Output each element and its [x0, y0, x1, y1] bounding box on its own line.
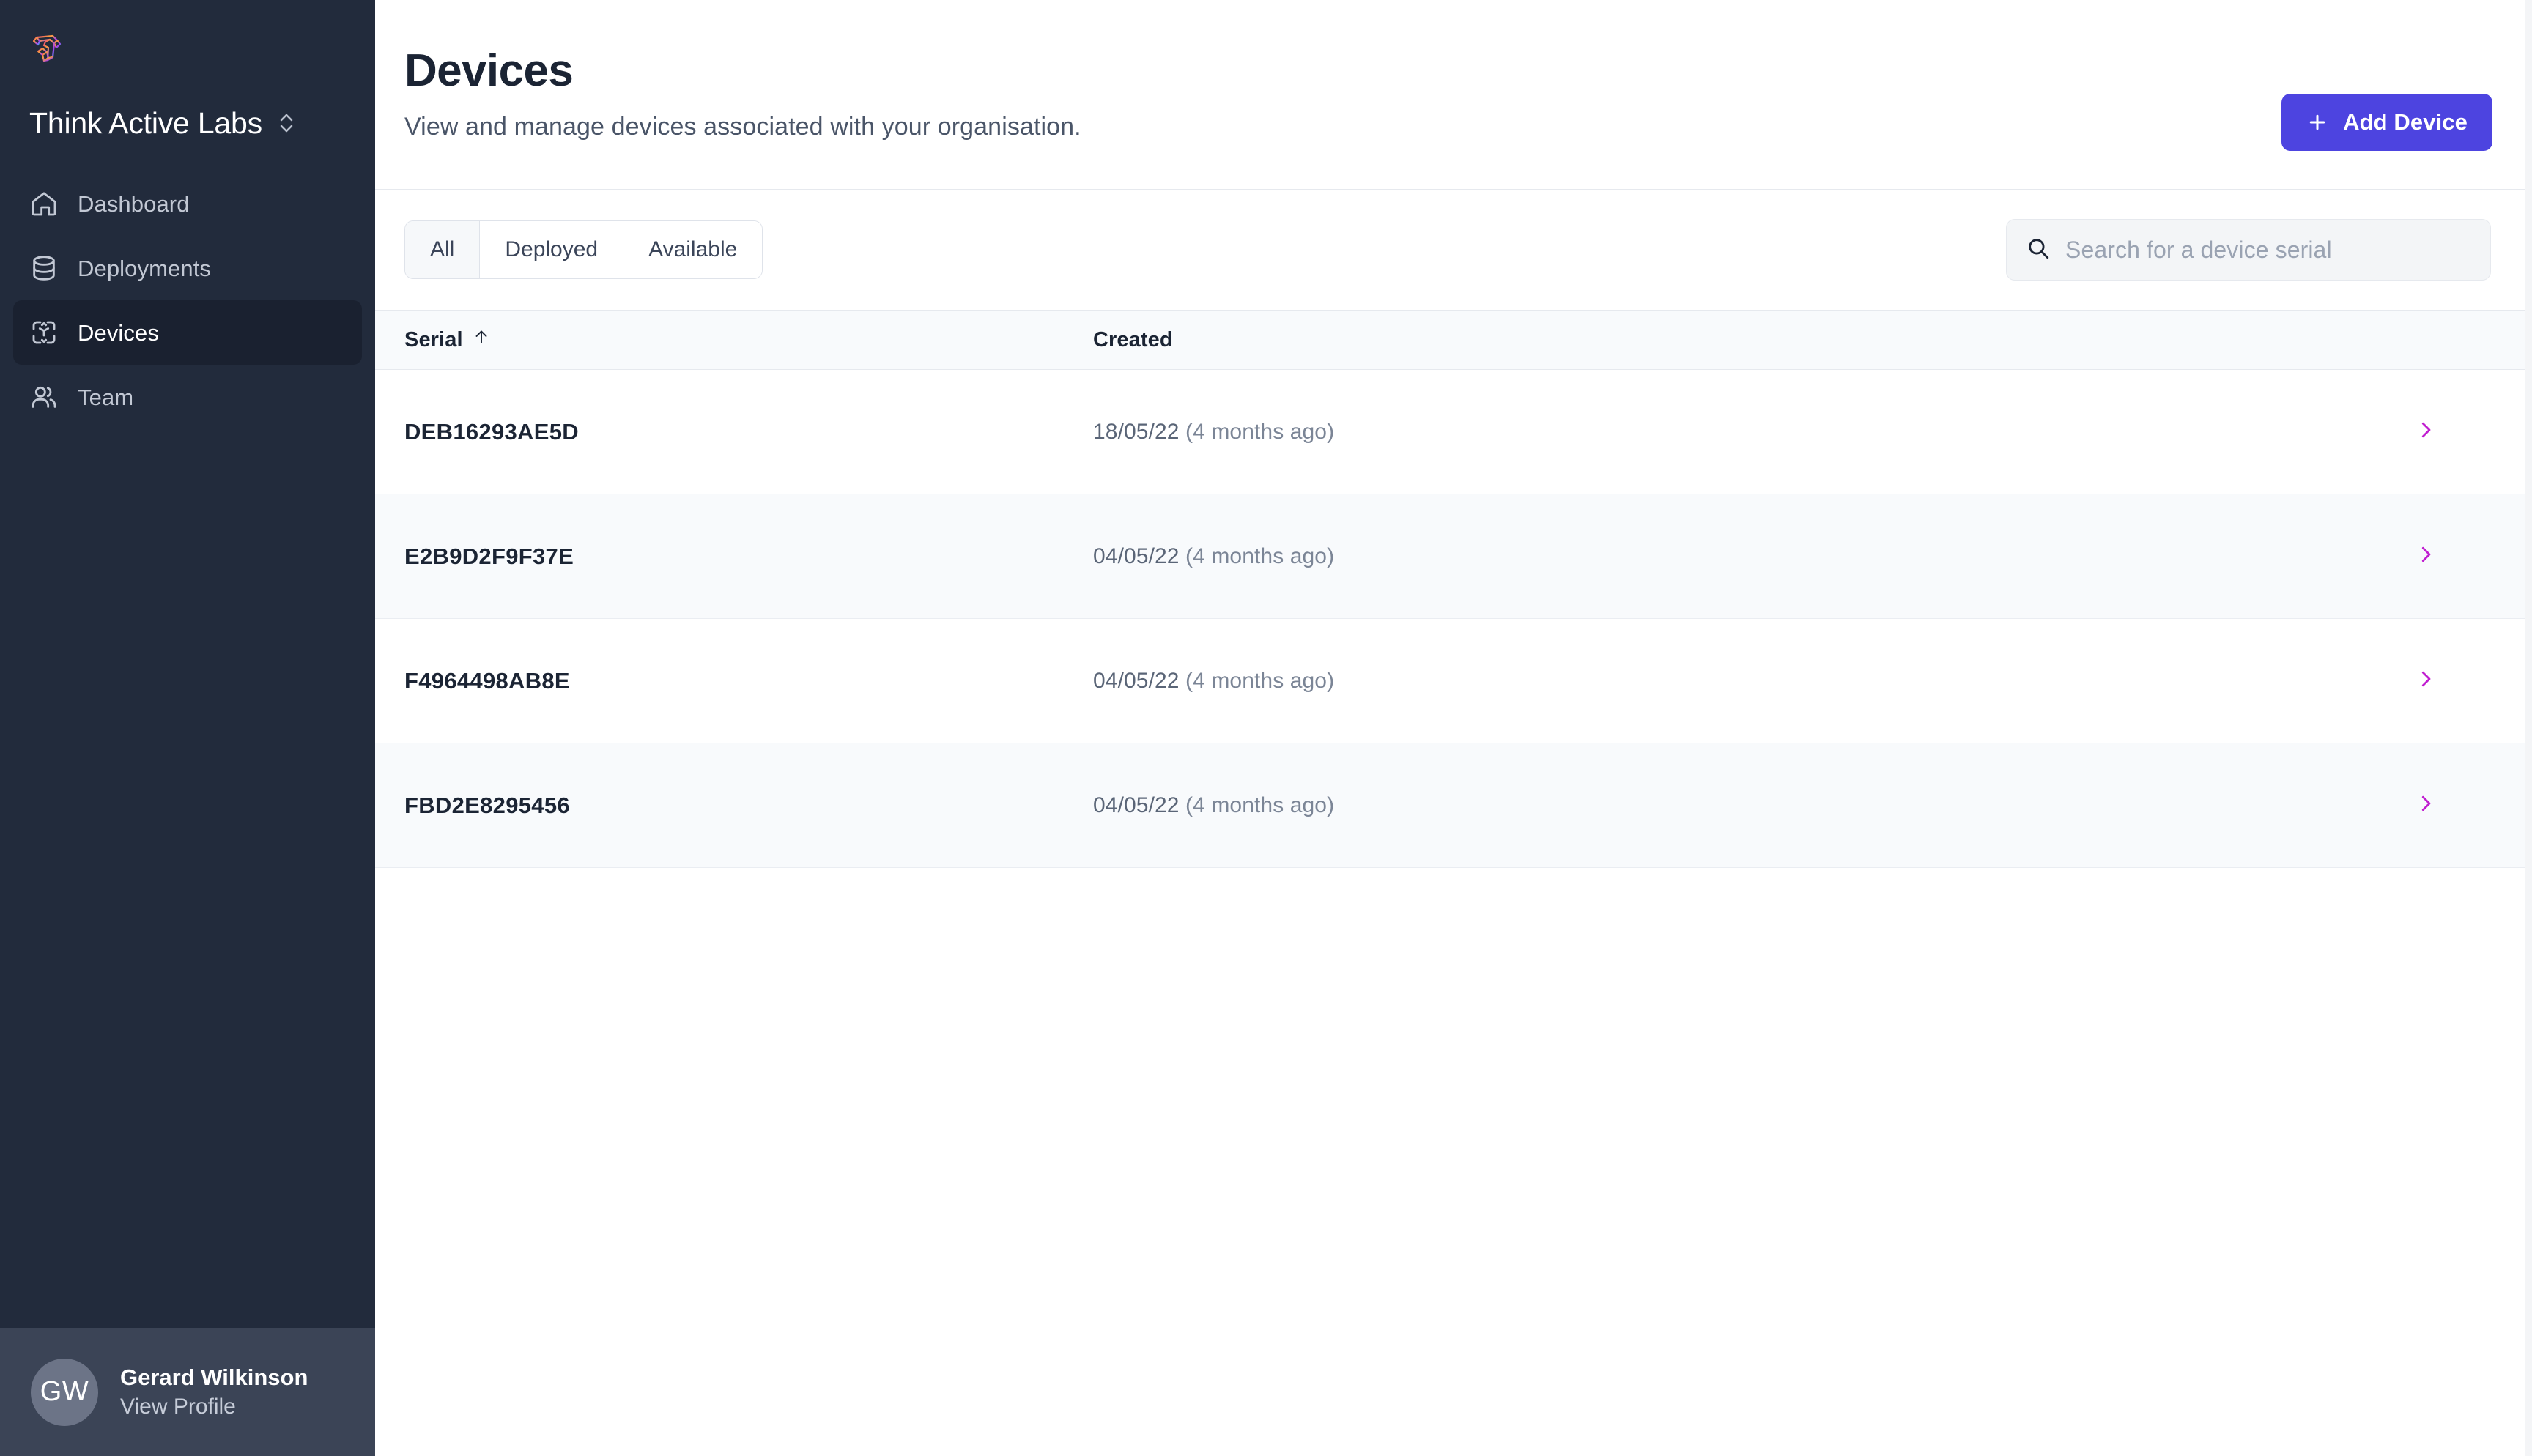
view-profile-link[interactable]: View Profile: [120, 1396, 308, 1418]
table-header-row: Serial Created: [375, 310, 2532, 370]
table-row[interactable]: FBD2E8295456 04/05/22 (4 months ago): [375, 743, 2532, 868]
sidebar-item-deployments[interactable]: Deployments: [13, 236, 362, 300]
avatar: GW: [31, 1358, 98, 1426]
toolbar: All Deployed Available: [375, 190, 2532, 310]
sidebar-item-label: Deployments: [78, 255, 212, 281]
chevron-right-icon: [2415, 668, 2437, 694]
column-header-created[interactable]: Created: [1093, 328, 2415, 352]
app-logo[interactable]: [0, 0, 375, 79]
org-name: Think Active Labs: [29, 105, 262, 140]
page-header: Devices View and manage devices associat…: [375, 0, 2532, 189]
cell-created: 04/05/22 (4 months ago): [1093, 669, 2415, 694]
home-icon: [29, 189, 59, 218]
profile-card[interactable]: GW Gerard Wilkinson View Profile: [0, 1328, 375, 1456]
cell-created-relative: (4 months ago): [1185, 543, 1335, 568]
cell-created-date: 18/05/22: [1093, 419, 1180, 444]
database-icon: [29, 253, 59, 283]
row-open-button[interactable]: [2415, 792, 2532, 818]
tab-deployed[interactable]: Deployed: [480, 221, 624, 278]
chevron-right-icon: [2415, 419, 2437, 445]
cell-created-date: 04/05/22: [1093, 792, 1180, 817]
cell-serial: F4964498AB8E: [404, 667, 570, 694]
sidebar-item-label: Dashboard: [78, 190, 190, 217]
sidebar: Think Active Labs Dashboard Deployments …: [0, 0, 375, 1456]
cell-created: 18/05/22 (4 months ago): [1093, 420, 2415, 445]
org-switcher[interactable]: Think Active Labs: [0, 79, 375, 149]
search-box[interactable]: [2006, 219, 2491, 281]
cell-created: 04/05/22 (4 months ago): [1093, 544, 2415, 569]
sidebar-item-devices[interactable]: Devices: [13, 300, 362, 365]
table-row[interactable]: DEB16293AE5D 18/05/22 (4 months ago): [375, 370, 2532, 494]
arrow-up-icon: [472, 327, 491, 352]
column-header-serial[interactable]: Serial: [375, 327, 1093, 352]
profile-text: Gerard Wilkinson View Profile: [120, 1366, 308, 1418]
table-row[interactable]: F4964498AB8E 04/05/22 (4 months ago): [375, 619, 2532, 743]
plus-icon: [2306, 111, 2328, 133]
search-icon: [2026, 236, 2051, 264]
think-active-labs-logo-icon: [32, 34, 62, 62]
sidebar-item-dashboard[interactable]: Dashboard: [13, 171, 362, 236]
users-icon: [29, 382, 59, 412]
table-row[interactable]: E2B9D2F9F37E 04/05/22 (4 months ago): [375, 494, 2532, 619]
main-content: Devices View and manage devices associat…: [375, 0, 2532, 1456]
cell-created-date: 04/05/22: [1093, 543, 1180, 568]
row-open-button[interactable]: [2415, 419, 2532, 445]
chevron-right-icon: [2415, 543, 2437, 569]
column-header-created-label: Created: [1093, 327, 1173, 352]
cube-scan-icon: [29, 318, 59, 347]
search-input[interactable]: [2065, 236, 2471, 264]
cell-serial: E2B9D2F9F37E: [404, 543, 574, 569]
chevron-up-down-icon: [277, 109, 296, 137]
sidebar-item-label: Devices: [78, 319, 159, 346]
row-open-button[interactable]: [2415, 668, 2532, 694]
profile-name: Gerard Wilkinson: [120, 1364, 308, 1390]
sidebar-item-team[interactable]: Team: [13, 365, 362, 429]
sidebar-item-label: Team: [78, 384, 134, 410]
sidebar-nav: Dashboard Deployments Devices Team: [0, 171, 375, 429]
page-subtitle: View and manage devices associated with …: [404, 113, 1081, 141]
page-title: Devices: [404, 45, 574, 96]
cell-serial: DEB16293AE5D: [404, 418, 579, 445]
filter-tabs: All Deployed Available: [404, 220, 763, 279]
cell-created-relative: (4 months ago): [1185, 419, 1335, 444]
cell-created-relative: (4 months ago): [1185, 792, 1335, 817]
cell-created-date: 04/05/22: [1093, 668, 1180, 693]
chevron-right-icon: [2415, 792, 2437, 818]
tab-available[interactable]: Available: [623, 221, 763, 278]
cell-serial: FBD2E8295456: [404, 792, 570, 818]
column-header-serial-label: Serial: [404, 327, 463, 352]
row-open-button[interactable]: [2415, 543, 2532, 569]
cell-created-relative: (4 months ago): [1185, 668, 1335, 693]
devices-table: Serial Created DEB16293AE5D 18/05/22 (4 …: [375, 310, 2532, 868]
tab-all[interactable]: All: [405, 221, 481, 278]
add-device-button-label: Add Device: [2343, 109, 2468, 135]
cell-created: 04/05/22 (4 months ago): [1093, 793, 2415, 818]
app-root: Think Active Labs Dashboard Deployments …: [0, 0, 2532, 1456]
add-device-button[interactable]: Add Device: [2281, 94, 2492, 151]
